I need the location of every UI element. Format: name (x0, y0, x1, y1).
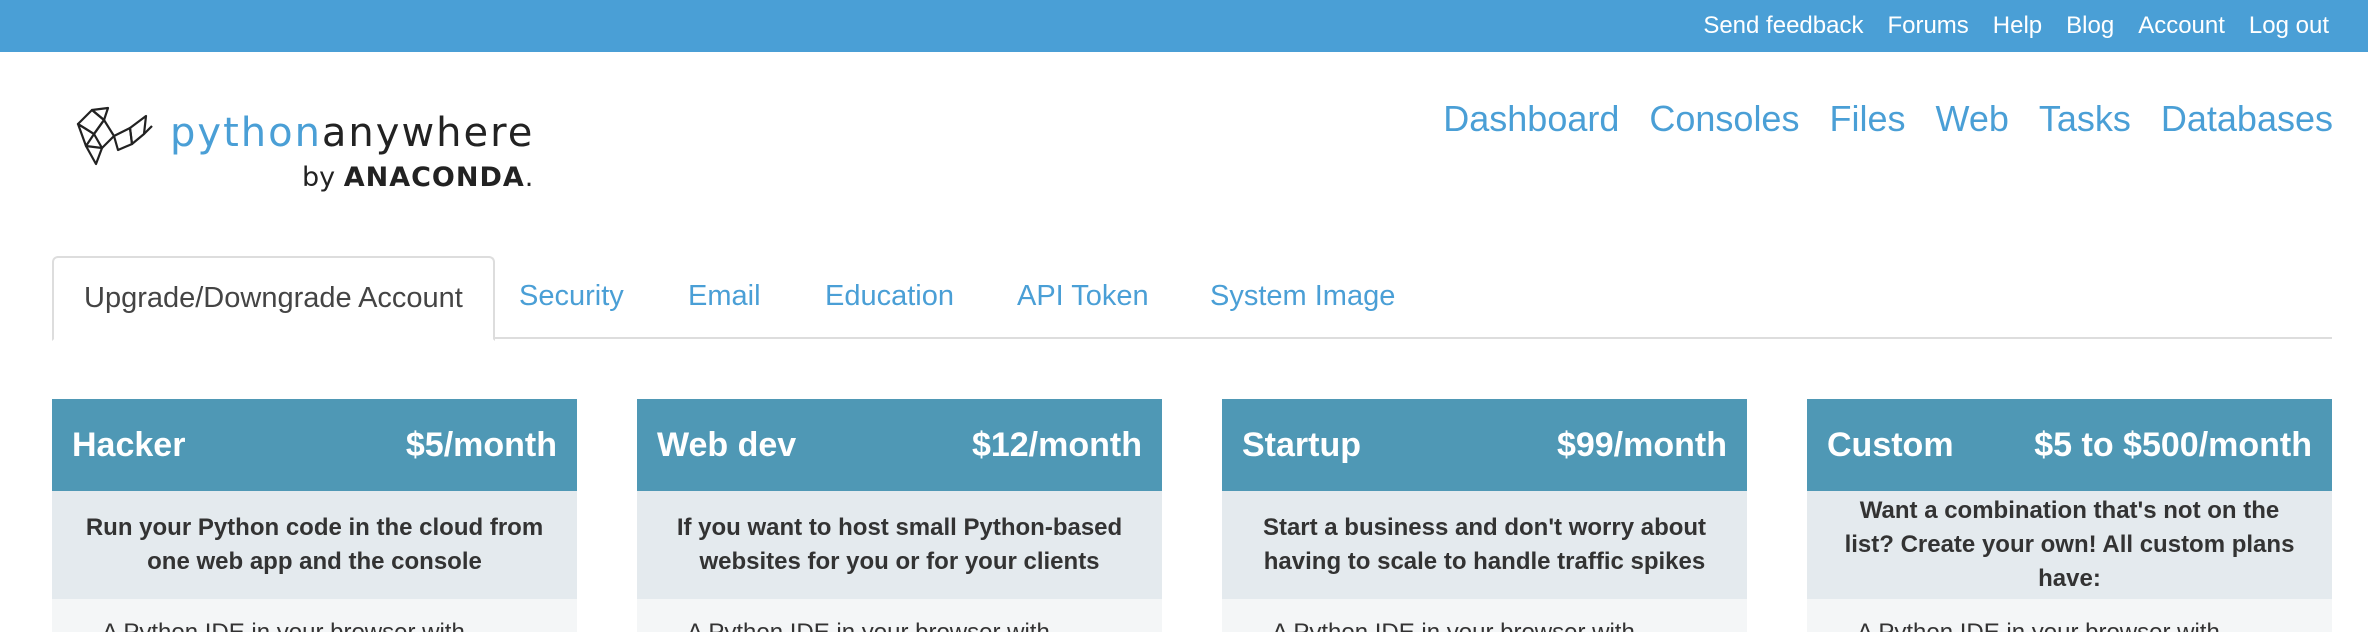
plan-price: $5 to $500/month (2034, 425, 2312, 464)
plan-header: Startup $99/month (1222, 399, 1747, 491)
help-link[interactable]: Help (1993, 12, 2042, 40)
account-tabs: Upgrade/Downgrade Account Security Email… (52, 256, 2332, 341)
plan-description: Run your Python code in the cloud from o… (52, 491, 577, 599)
tab-security[interactable]: Security (519, 256, 624, 339)
forums-link[interactable]: Forums (1887, 12, 1968, 40)
plan-price: $5/month (405, 425, 557, 464)
nav-databases[interactable]: Databases (2161, 98, 2333, 140)
nav-tasks[interactable]: Tasks (2039, 98, 2131, 140)
send-feedback-link[interactable]: Send feedback (1703, 12, 1863, 40)
snake-polygon-icon (76, 106, 153, 166)
plan-description: Want a combination that's not on the lis… (1807, 491, 2332, 599)
plan-feature: A Python IDE in your browser with (1807, 599, 2332, 632)
plan-name: Hacker (72, 425, 186, 464)
plan-price: $99/month (1556, 425, 1727, 464)
plan-feature: A Python IDE in your browser with (1222, 599, 1747, 632)
top-bar: Send feedback Forums Help Blog Account L… (0, 0, 2368, 52)
tab-api-token[interactable]: API Token (1017, 256, 1149, 339)
plan-card-web-dev: Web dev $12/month If you want to host sm… (637, 399, 1162, 632)
pythonanywhere-logo[interactable]: pythonanywhere by ANACONDA. (74, 106, 534, 196)
plan-feature: A Python IDE in your browser with (637, 599, 1162, 632)
plan-name: Web dev (657, 425, 797, 464)
logo-byline: by ANACONDA. (302, 162, 534, 193)
account-link[interactable]: Account (2138, 12, 2225, 40)
tab-email[interactable]: Email (688, 256, 761, 339)
plan-header: Hacker $5/month (52, 399, 577, 491)
nav-web[interactable]: Web (1935, 98, 2008, 140)
tab-upgrade-downgrade-account[interactable]: Upgrade/Downgrade Account (52, 256, 495, 341)
plan-card-startup: Startup $99/month Start a business and d… (1222, 399, 1747, 632)
tab-system-image[interactable]: System Image (1210, 256, 1395, 339)
nav-consoles[interactable]: Consoles (1649, 98, 1799, 140)
blog-link[interactable]: Blog (2066, 12, 2114, 40)
plan-feature: A Python IDE in your browser with (52, 599, 577, 632)
nav-files[interactable]: Files (1829, 98, 1905, 140)
nav-dashboard[interactable]: Dashboard (1443, 98, 1619, 140)
plan-header: Web dev $12/month (637, 399, 1162, 491)
plan-card-hacker: Hacker $5/month Run your Python code in … (52, 399, 577, 632)
main-nav: Dashboard Consoles Files Web Tasks Datab… (1443, 98, 2333, 140)
plan-header: Custom $5 to $500/month (1807, 399, 2332, 491)
plan-name: Startup (1242, 425, 1361, 464)
logo-wordmark: pythonanywhere (170, 110, 535, 156)
plan-description: Start a business and don't worry about h… (1222, 491, 1747, 599)
plan-description: If you want to host small Python-based w… (637, 491, 1162, 599)
top-links: Send feedback Forums Help Blog Account L… (1703, 0, 2329, 52)
plan-card-custom: Custom $5 to $500/month Want a combinati… (1807, 399, 2332, 632)
logout-link[interactable]: Log out (2249, 12, 2329, 40)
plan-name: Custom (1827, 425, 1954, 464)
plan-price: $12/month (971, 425, 1142, 464)
tab-education[interactable]: Education (825, 256, 954, 339)
